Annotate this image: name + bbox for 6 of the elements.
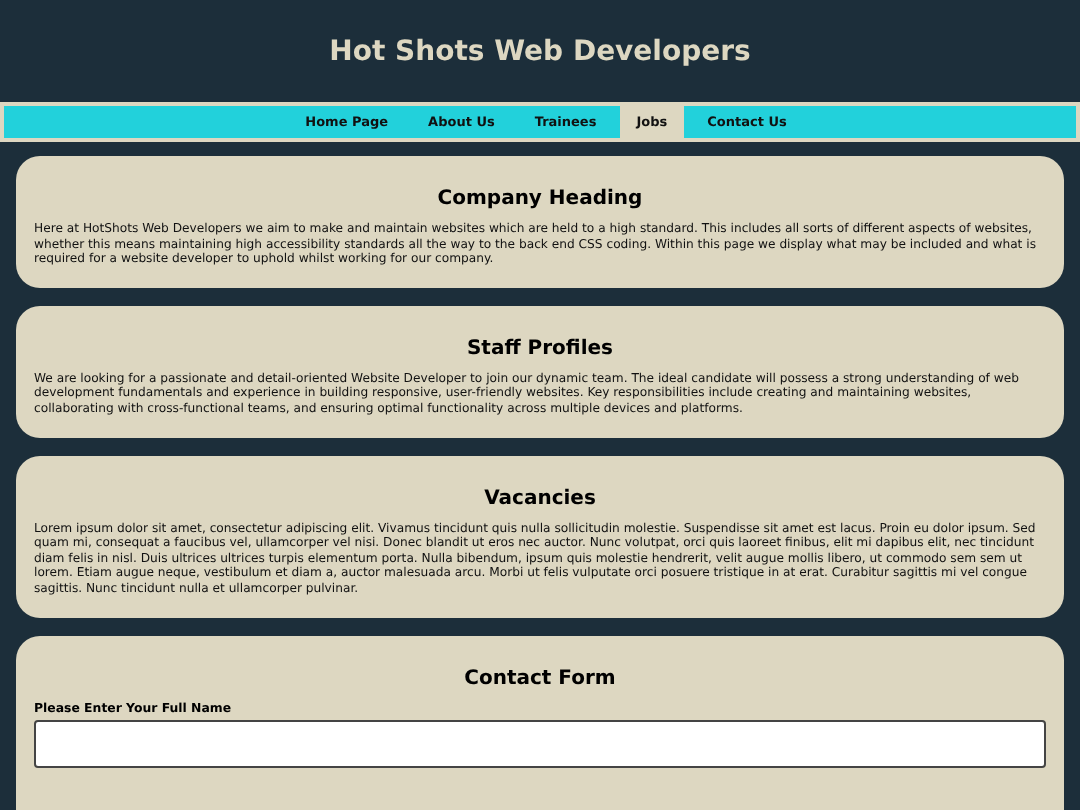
section-heading: Contact Form	[462, 667, 618, 690]
section-heading: Company Heading	[435, 188, 645, 210]
section-heading: Vacancies	[482, 487, 598, 510]
section-heading: Staff Profiles	[464, 337, 616, 360]
input-field[interactable]	[34, 719, 1046, 768]
site-title: Hot Shots Web Developers	[329, 35, 751, 67]
